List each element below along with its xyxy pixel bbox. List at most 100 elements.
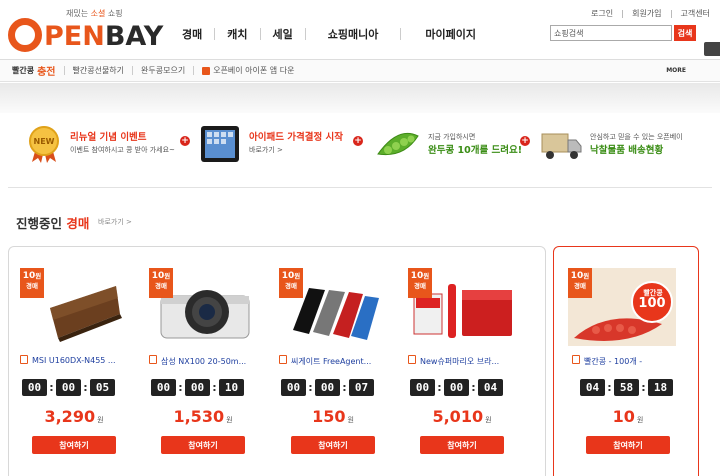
promo-ipad-price[interactable]: 아이패드 가격결정 시작바로가기 >	[199, 119, 343, 169]
lock-icon	[408, 355, 416, 364]
plus-icon: +	[520, 136, 530, 146]
timer-hours: 04	[580, 379, 605, 396]
product-name[interactable]: MSI U160DX-N455 ...	[32, 356, 140, 365]
timer-hours: 00	[410, 379, 435, 396]
bid-button[interactable]: 참여하기	[291, 436, 375, 454]
bid-button[interactable]: 참여하기	[32, 436, 116, 454]
section-title: 진행중인 경매	[16, 216, 90, 231]
timer-seconds: 04	[478, 379, 503, 396]
nav-my-page[interactable]: 마이페이지	[401, 26, 500, 42]
promo-title: 완두콩 10개를 드려요!	[428, 145, 523, 156]
timer-minutes: 00	[185, 379, 210, 396]
countdown-timer: 00: 00: 05	[22, 379, 115, 396]
current-price: 150 원	[312, 407, 354, 426]
current-price: 5,010 원	[432, 407, 492, 426]
green-bean-icon	[374, 124, 422, 164]
logo-text: PENBAY	[44, 21, 164, 52]
subnav-divider	[132, 66, 134, 75]
nav-sale[interactable]: 세일	[261, 26, 305, 42]
auction-card: 10원 경매 삼성 NX100 20-50m... 00: 00: 10 1,53…	[149, 268, 259, 468]
app-download-link[interactable]: 오픈베이 아이폰 앱 다운	[202, 65, 294, 76]
promo-title: 리뉴얼 기념 이벤트	[70, 132, 147, 143]
green-bean-collect-link[interactable]: 완두콩모으기	[141, 65, 185, 76]
login-link[interactable]: 로그인	[591, 8, 613, 19]
top-band	[0, 83, 720, 113]
countdown-timer: 00: 00: 04	[410, 379, 503, 396]
timer-seconds: 18	[648, 379, 673, 396]
openbay-logo[interactable]: 재밌는 소셜 쇼핑 PENBAY	[8, 9, 163, 54]
current-price: 10 원	[612, 407, 644, 426]
promo-delivery[interactable]: 안심하고 믿을 수 있는 오픈베이낙찰물품 배송현황	[540, 119, 683, 169]
timer-seconds: 07	[349, 379, 374, 396]
red-bean-charge-link[interactable]: 빨간콩 충전	[12, 63, 56, 78]
section-more-link[interactable]: 바로가기 >	[98, 217, 132, 227]
search-input[interactable]	[550, 25, 672, 41]
side-tab-icon[interactable]	[704, 42, 720, 56]
nav-auction[interactable]: 경매	[170, 26, 214, 42]
auction-card: 10원 경매 MSI U160DX-N455 ... 00: 00: 05 3,2…	[20, 268, 130, 468]
section-divider	[8, 187, 712, 188]
current-price: 1,530 원	[173, 407, 233, 426]
countdown-timer: 00: 00: 10	[151, 379, 244, 396]
lock-icon	[279, 355, 287, 364]
customer-center-link[interactable]: 고객센터	[681, 8, 710, 19]
ten-won-badge: 10원 경매	[279, 268, 303, 298]
main-nav: 경매 캐치 세일 쇼핑매니아 마이페이지	[170, 24, 500, 44]
timer-hours: 00	[22, 379, 47, 396]
product-name[interactable]: New슈퍼마리오 브라...	[420, 356, 528, 367]
timer-seconds: 05	[90, 379, 115, 396]
promo-sub: 이벤트 참여하시고 콩 받아 가세요~	[70, 146, 175, 154]
promo-title: 아이패드 가격결정 시작	[249, 132, 344, 143]
subnav-more-link[interactable]: MORE	[666, 67, 686, 74]
timer-seconds: 10	[219, 379, 244, 396]
search-box: 검색	[550, 25, 696, 41]
logo-o-mark	[8, 18, 42, 52]
auction-card-featured: 10원 경매 빨간콩 100 빨간콩 - 100개 - 04: 58: 18 10…	[568, 268, 678, 468]
nav-catch[interactable]: 캐치	[215, 26, 259, 42]
openbay-page: 재밌는 소셜 쇼핑 PENBAY 경매 캐치 세일 쇼핑매니아 마이페이지 로그…	[0, 0, 720, 476]
promo-pre: 지금 가입하시면	[428, 133, 476, 141]
timer-hours: 00	[151, 379, 176, 396]
nav-shopping-mania[interactable]: 쇼핑매니아	[306, 26, 401, 42]
download-icon	[202, 66, 211, 75]
product-name[interactable]: 삼성 NX100 20-50m...	[161, 356, 269, 367]
red-bean-gift-link[interactable]: 빨간콩선물하기	[73, 65, 125, 76]
header: 재밌는 소셜 쇼핑 PENBAY 경매 캐치 세일 쇼핑매니아 마이페이지 로그…	[0, 0, 720, 60]
plus-icon: +	[353, 136, 363, 146]
sub-nav: 빨간콩 충전 빨간콩선물하기 완두콩모으기 오픈베이 아이폰 앱 다운 MORE	[0, 60, 720, 82]
countdown-timer: 04: 58: 18	[580, 379, 673, 396]
promo-sub: 바로가기 >	[249, 146, 283, 154]
lock-icon	[572, 355, 580, 364]
svg-text:NEW: NEW	[34, 137, 55, 146]
timer-hours: 00	[281, 379, 306, 396]
plus-icon: +	[180, 136, 190, 146]
auction-card: 10원 경매 New슈퍼마리오 브라... 00: 00: 04 5,010 원 참…	[408, 268, 518, 468]
subnav-divider	[193, 66, 195, 75]
util-links: 로그인 회원가입 고객센터	[591, 8, 710, 19]
bid-button[interactable]: 참여하기	[420, 436, 504, 454]
truck-icon	[540, 124, 584, 164]
search-button[interactable]: 검색	[674, 25, 696, 41]
promo-green-bean[interactable]: 지금 가입하시면완두콩 10개를 드려요!	[374, 119, 522, 169]
countdown-timer: 00: 00: 07	[281, 379, 374, 396]
auction-card: 10원 경매 씨게이트 FreeAgent... 00: 00: 07 150 원 …	[279, 268, 389, 468]
signup-link[interactable]: 회원가입	[632, 8, 661, 19]
bid-button[interactable]: 참여하기	[586, 436, 670, 454]
product-name[interactable]: 씨게이트 FreeAgent...	[291, 356, 399, 367]
ten-won-badge: 10원 경매	[568, 268, 592, 298]
lock-icon	[20, 355, 28, 364]
ipad-image	[199, 124, 243, 164]
new-badge-icon: NEW	[24, 124, 64, 164]
logo-tagline: 재밌는 소셜 쇼핑	[66, 9, 123, 18]
timer-minutes: 00	[56, 379, 81, 396]
current-price: 3,290 원	[44, 407, 104, 426]
bid-button[interactable]: 참여하기	[161, 436, 245, 454]
promo-pre: 안심하고 믿을 수 있는 오픈베이	[590, 133, 683, 141]
product-name[interactable]: 빨간콩 - 100개 -	[584, 356, 692, 367]
promo-title: 낙찰물품 배송현황	[590, 145, 664, 156]
lock-icon	[149, 355, 157, 364]
ten-won-badge: 10원 경매	[149, 268, 173, 298]
promo-renewal-event[interactable]: NEW 리뉴얼 기념 이벤트이벤트 참여하시고 콩 받아 가세요~	[24, 119, 175, 169]
red-bean-count: 100	[638, 296, 666, 311]
timer-minutes: 58	[614, 379, 639, 396]
